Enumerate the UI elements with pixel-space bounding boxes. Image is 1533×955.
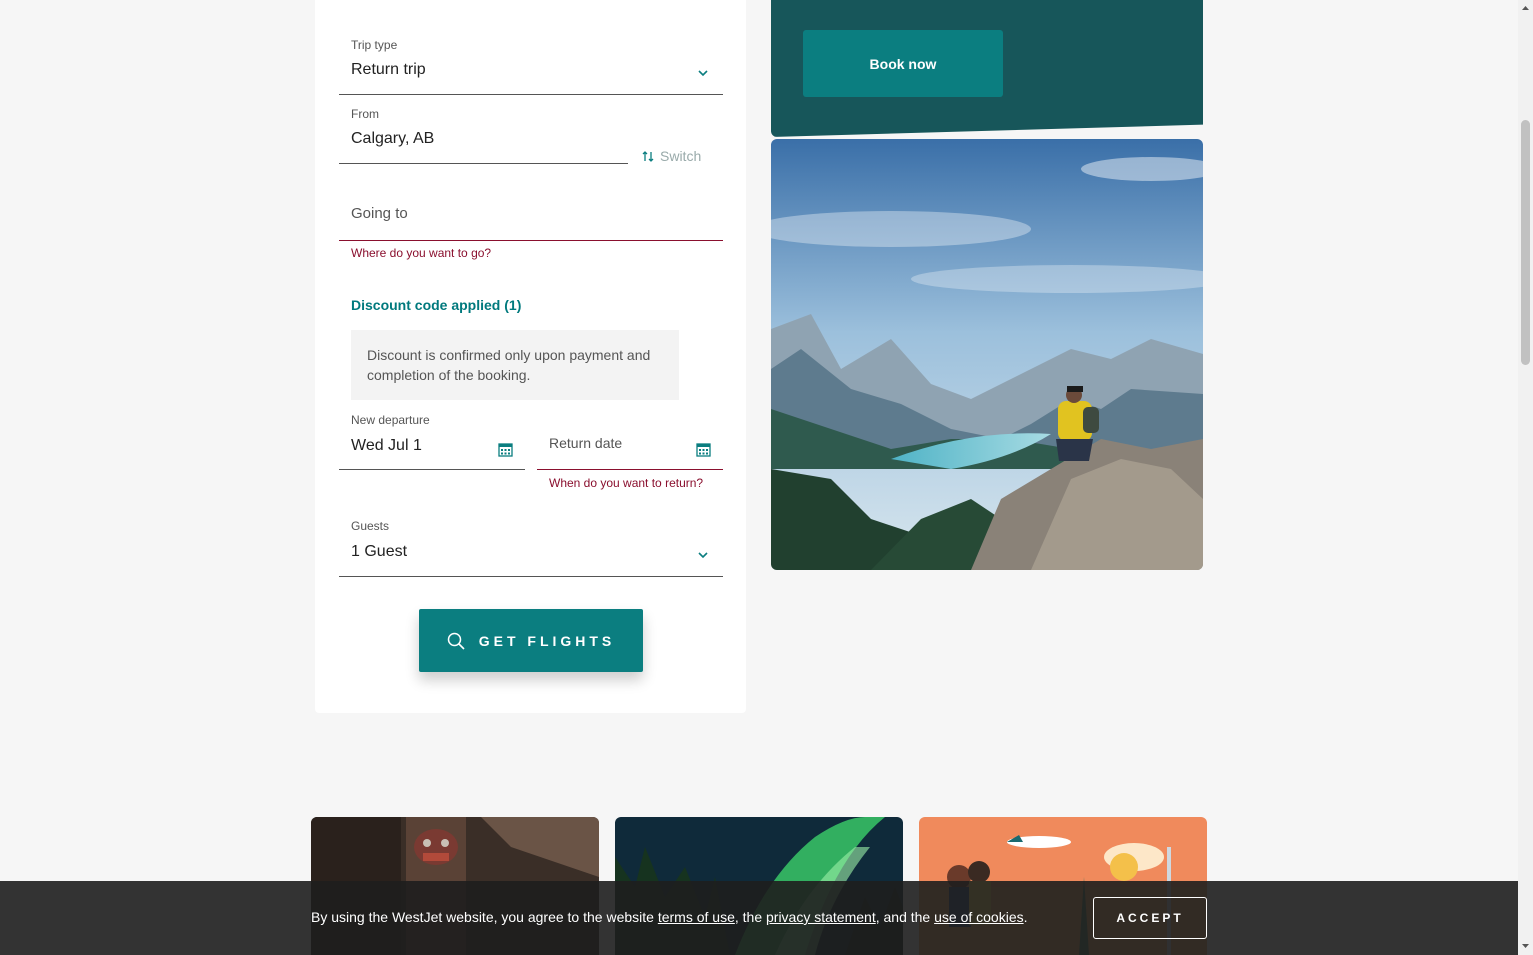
chevron-down-icon — [698, 552, 708, 559]
cookie-text-start: By using the WestJet website, you agree … — [311, 909, 658, 925]
search-icon — [447, 632, 465, 650]
return-date-placeholder: Return date — [549, 435, 623, 451]
terms-of-use-link[interactable]: terms of use — [658, 909, 735, 925]
guests-value: 1 Guest — [351, 543, 408, 560]
cookie-text-end: . — [1023, 909, 1028, 925]
switch-label: Switch — [660, 148, 702, 164]
scroll-down-arrow-icon[interactable] — [1518, 940, 1533, 952]
trip-type-select[interactable]: Trip type Return trip — [339, 30, 723, 95]
get-flights-button[interactable]: GET FLIGHTS — [419, 609, 643, 672]
guests-label: Guests — [351, 519, 390, 533]
use-of-cookies-link[interactable]: use of cookies — [934, 909, 1024, 925]
privacy-statement-link[interactable]: privacy statement — [766, 909, 876, 925]
switch-button[interactable]: Switch — [642, 148, 701, 164]
page-scrollbar[interactable] — [1518, 0, 1533, 955]
scroll-up-arrow-icon[interactable] — [1518, 2, 1533, 14]
trip-type-label: Trip type — [351, 38, 398, 52]
return-date-input[interactable]: Return date — [537, 405, 723, 470]
get-flights-label: GET FLIGHTS — [478, 632, 616, 649]
departure-date-input[interactable]: New departure Wed Jul 1 — [339, 405, 525, 470]
departure-label: New departure — [351, 413, 430, 427]
hero-photo — [771, 139, 1203, 570]
calendar-icon — [696, 443, 711, 457]
return-date-error: When do you want to return? — [549, 476, 704, 490]
swap-arrows-icon — [642, 150, 654, 162]
discount-notice: Discount is confirmed only upon payment … — [351, 330, 679, 400]
departure-value: Wed Jul 1 — [351, 437, 422, 454]
cookie-message: By using the WestJet website, you agree … — [311, 909, 1028, 925]
scrollbar-thumb[interactable] — [1521, 120, 1530, 365]
mountain-lake-image — [771, 139, 1203, 570]
cookie-text-mid1: , the — [734, 909, 766, 925]
from-label: From — [351, 107, 379, 121]
from-input[interactable]: From Calgary, AB — [339, 99, 628, 164]
going-to-input[interactable]: Going to — [339, 180, 723, 241]
discount-code-toggle[interactable]: Discount code applied (1) — [351, 297, 521, 313]
from-value: Calgary, AB — [351, 130, 435, 147]
chevron-down-icon — [698, 70, 708, 77]
book-now-button[interactable]: Book now — [803, 30, 1003, 97]
going-to-placeholder: Going to — [351, 205, 408, 222]
calendar-icon — [498, 443, 513, 457]
booking-card: Trip type Return trip From Calgary, AB S… — [315, 0, 746, 713]
promo-banner: Book now — [771, 0, 1203, 137]
cookie-text-mid2: , and the — [875, 909, 935, 925]
trip-type-value: Return trip — [351, 61, 426, 78]
accept-cookies-button[interactable]: ACCEPT — [1093, 897, 1207, 939]
cookie-consent-bar: By using the WestJet website, you agree … — [0, 881, 1518, 955]
guests-select[interactable]: Guests 1 Guest — [339, 511, 723, 577]
going-to-error: Where do you want to go? — [351, 246, 492, 260]
